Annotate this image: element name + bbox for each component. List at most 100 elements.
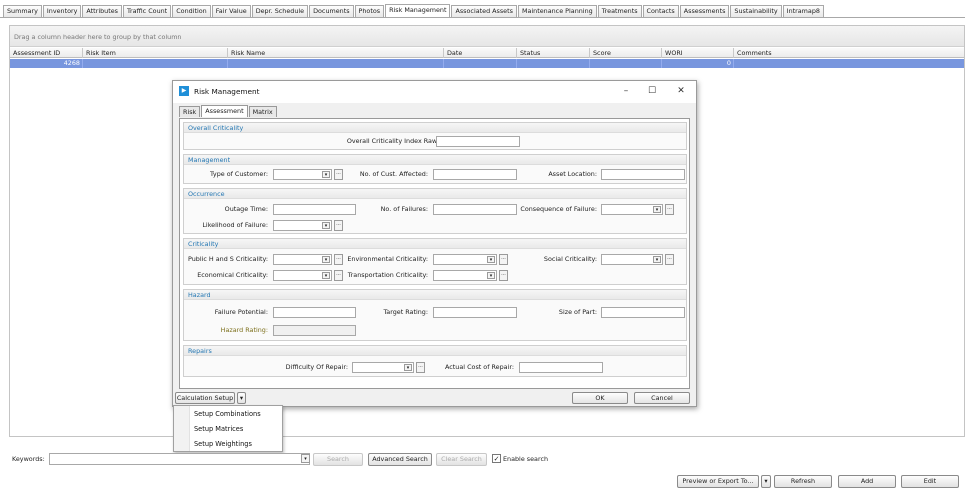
cust-affected-field[interactable] [433,169,517,180]
refresh-button[interactable]: Refresh [774,475,832,488]
chevron-down-icon[interactable]: ▾ [301,454,310,463]
add-button[interactable]: Add [838,475,896,488]
cust-affected-label: No. of Cust. Affected: [359,170,428,178]
tab-risk[interactable]: Risk [179,106,201,117]
ellipsis-icon[interactable]: ··· [334,220,343,231]
section-hazard: Hazard Failure Potential: Target Rating:… [183,289,687,341]
ellipsis-icon[interactable]: ··· [499,270,508,281]
tab-attributes[interactable]: Attributes [82,5,122,17]
tab-intramap8[interactable]: Intramap8 [782,5,824,17]
likelihood-select[interactable]: ▾ [273,220,332,231]
column-comments[interactable]: Comments [734,48,964,58]
advanced-search-button[interactable]: Advanced Search [368,453,432,466]
tab-maintenance-planning[interactable]: Maintenance Planning [517,5,597,17]
menu-item-setup-weightings[interactable]: Setup Weightings [174,437,282,451]
tab-photos[interactable]: Photos [354,5,385,17]
failures-field[interactable] [433,204,517,215]
overall-index-raw-field[interactable] [436,136,520,147]
dialog-title-bar[interactable]: ▶ Risk Management – ☐ ✕ [173,81,696,103]
chevron-down-icon[interactable]: ▾ [761,475,771,488]
difficulty-select[interactable]: ▾ [352,362,414,373]
ellipsis-icon[interactable]: ··· [665,204,674,215]
column-score[interactable]: Score [590,48,662,58]
calculation-setup-button[interactable]: Calculation Setup [175,392,235,404]
table-row[interactable]: 4268 0 [10,59,964,68]
ellipsis-icon[interactable]: ··· [416,362,425,373]
environmental-select[interactable]: ▾ [433,254,497,265]
tab-depr-schedule[interactable]: Depr. Schedule [251,5,309,17]
column-wori[interactable]: WORI [662,48,734,58]
cell-score [590,59,662,68]
ellipsis-icon[interactable]: ··· [665,254,674,265]
outage-time-label: Outage Time: [224,205,268,213]
column-risk-item[interactable]: Risk Item [83,48,228,58]
tab-risk-management[interactable]: Risk Management [385,4,451,17]
menu-item-setup-combinations[interactable]: Setup Combinations [174,407,282,421]
type-of-customer-select[interactable]: ▾ [273,169,332,180]
actual-cost-field[interactable] [519,362,603,373]
preview-export-button[interactable]: Preview or Export To... [677,475,759,488]
minimize-icon[interactable]: – [618,84,634,98]
chevron-down-icon[interactable]: ▾ [487,256,495,263]
failure-potential-field[interactable] [273,307,356,318]
chevron-down-icon[interactable]: ▾ [322,256,330,263]
target-rating-field[interactable] [433,307,517,318]
chevron-down-icon[interactable]: ▾ [322,171,330,178]
transportation-select[interactable]: ▾ [433,270,497,281]
hazard-rating-label: Hazard Rating: [220,326,268,334]
clear-search-button[interactable]: Clear Search [436,453,487,466]
enable-search-checkbox[interactable]: ✓ [492,454,501,463]
tab-assessments[interactable]: Assessments [679,5,730,17]
tab-associated-assets[interactable]: Associated Assets [451,5,517,17]
tab-condition[interactable]: Condition [172,5,211,17]
outage-time-field[interactable] [273,204,356,215]
difficulty-label: Difficulty Of Repair: [285,363,348,371]
tab-fair-value[interactable]: Fair Value [211,5,251,17]
tab-assessment[interactable]: Assessment [201,105,248,117]
chevron-down-icon[interactable]: ▾ [653,206,661,213]
public-hs-select[interactable]: ▾ [273,254,332,265]
chevron-down-icon[interactable]: ▾ [653,256,661,263]
chevron-down-icon[interactable]: ▾ [404,364,412,371]
tab-documents[interactable]: Documents [309,5,354,17]
tab-summary[interactable]: Summary [3,5,42,17]
ellipsis-icon[interactable]: ··· [334,169,343,180]
consequence-label: Consequence of Failure: [520,205,597,213]
consequence-select[interactable]: ▾ [601,204,663,215]
tab-matrix[interactable]: Matrix [248,106,277,117]
column-assessment-id[interactable]: Assessment ID [10,48,83,58]
chevron-down-icon[interactable]: ▾ [487,272,495,279]
app-icon: ▶ [179,86,189,96]
menu-item-setup-matrices[interactable]: Setup Matrices [174,422,282,436]
social-select[interactable]: ▾ [601,254,663,265]
tab-sustainability[interactable]: Sustainability [730,5,782,17]
tab-inventory[interactable]: Inventory [42,5,82,17]
ellipsis-icon[interactable]: ··· [334,270,343,281]
section-title: Repairs [184,346,686,356]
column-risk-name[interactable]: Risk Name [228,48,444,58]
tab-traffic-count[interactable]: Traffic Count [122,5,172,17]
tab-treatments[interactable]: Treatments [597,5,642,17]
ellipsis-icon[interactable]: ··· [499,254,508,265]
keywords-input[interactable] [49,453,310,465]
size-of-part-field[interactable] [601,307,685,318]
edit-button[interactable]: Edit [901,475,959,488]
chevron-down-icon[interactable]: ▾ [322,272,330,279]
tab-contacts[interactable]: Contacts [642,5,679,17]
target-rating-label: Target Rating: [383,308,428,316]
column-status[interactable]: Status [517,48,590,58]
chevron-down-icon[interactable]: ▾ [322,222,330,229]
asset-location-field[interactable] [601,169,685,180]
ellipsis-icon[interactable]: ··· [334,254,343,265]
column-date[interactable]: Date [444,48,517,58]
asset-location-label: Asset Location: [548,170,597,178]
overall-index-raw-label: Overall Criticality Index Raw: [346,137,439,145]
ok-button[interactable]: OK [572,392,628,404]
close-icon[interactable]: ✕ [673,84,689,98]
chevron-down-icon[interactable]: ▾ [237,392,246,404]
search-button[interactable]: Search [313,453,363,466]
economical-select[interactable]: ▾ [273,270,332,281]
cancel-button[interactable]: Cancel [634,392,690,404]
maximize-icon[interactable]: ☐ [644,84,660,98]
cell-status [517,59,590,68]
